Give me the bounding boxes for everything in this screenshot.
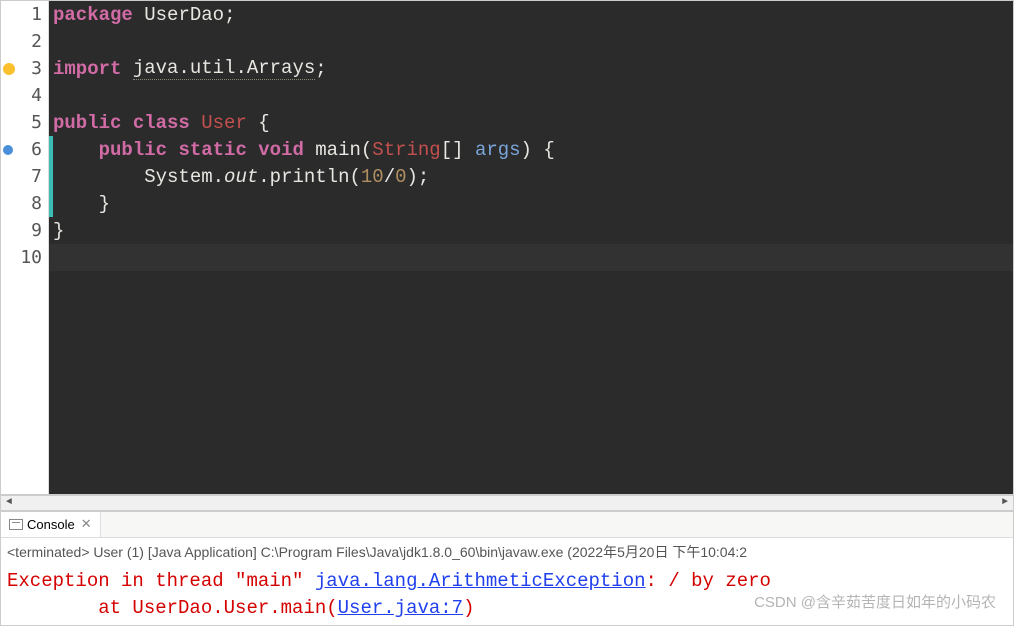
code-line[interactable] <box>49 244 1013 271</box>
code-editor-pane[interactable]: 1 2 3 4 5 6 7 8 9 10 package UserDao; import java.… <box>0 0 1014 495</box>
console-panel: Console ✕ <terminated> User (1) [Java Ap… <box>0 511 1014 626</box>
line-number: 1 <box>31 4 42 25</box>
code-line[interactable]: System.out.println(10/0); <box>49 163 1013 190</box>
gutter-row: 8 <box>1 190 48 217</box>
console-icon <box>9 519 23 530</box>
code-line[interactable]: package UserDao; <box>49 1 1013 28</box>
gutter-row: 6 <box>1 136 48 163</box>
gutter-row: 3 <box>1 55 48 82</box>
gutter-row: 7 <box>1 163 48 190</box>
line-number: 2 <box>31 31 42 52</box>
console-tab[interactable]: Console ✕ <box>1 512 101 537</box>
scroll-right-icon[interactable]: ► <box>997 496 1013 510</box>
console-stacktrace-line: at UserDao.User.main(User.java:7) <box>7 595 1007 623</box>
code-line[interactable]: } <box>49 217 1013 244</box>
gutter-row: 5 <box>1 109 48 136</box>
line-number: 9 <box>31 220 42 241</box>
console-exception-line: Exception in thread "main" java.lang.Ari… <box>7 568 1007 596</box>
console-output[interactable]: Exception in thread "main" java.lang.Ari… <box>1 566 1013 625</box>
gutter-row: 9 <box>1 217 48 244</box>
console-tab-label: Console <box>27 517 75 532</box>
gutter-row: 4 <box>1 82 48 109</box>
line-number: 4 <box>31 85 42 106</box>
gutter-row: 2 <box>1 28 48 55</box>
console-tab-bar: Console ✕ <box>1 512 1013 538</box>
warning-marker-icon <box>3 63 15 75</box>
code-line[interactable]: public class User { <box>49 109 1013 136</box>
exception-link[interactable]: java.lang.ArithmeticException <box>315 570 646 592</box>
line-number: 7 <box>31 166 42 187</box>
code-line[interactable]: } <box>49 190 1013 217</box>
code-line[interactable]: import java.util.Arrays; <box>49 55 1013 82</box>
line-number: 6 <box>31 139 42 160</box>
close-icon[interactable]: ✕ <box>79 516 92 532</box>
source-link[interactable]: User.java:7 <box>338 597 463 619</box>
line-number: 8 <box>31 193 42 214</box>
code-area[interactable]: package UserDao; import java.util.Arrays;… <box>49 1 1013 494</box>
gutter-row: 10 <box>1 244 48 271</box>
line-number: 10 <box>20 247 42 268</box>
console-status: <terminated> User (1) [Java Application]… <box>1 538 1013 566</box>
line-number: 5 <box>31 112 42 133</box>
scroll-left-icon[interactable]: ◄ <box>1 496 17 510</box>
code-line[interactable]: public static void main(String[] args) { <box>49 136 1013 163</box>
line-number: 3 <box>31 58 42 79</box>
line-number-gutter: 1 2 3 4 5 6 7 8 9 10 <box>1 1 49 494</box>
method-marker-icon <box>3 145 13 155</box>
horizontal-scrollbar[interactable]: ◄ ► <box>0 495 1014 511</box>
gutter-row: 1 <box>1 1 48 28</box>
code-line[interactable] <box>49 82 1013 109</box>
code-line[interactable] <box>49 28 1013 55</box>
